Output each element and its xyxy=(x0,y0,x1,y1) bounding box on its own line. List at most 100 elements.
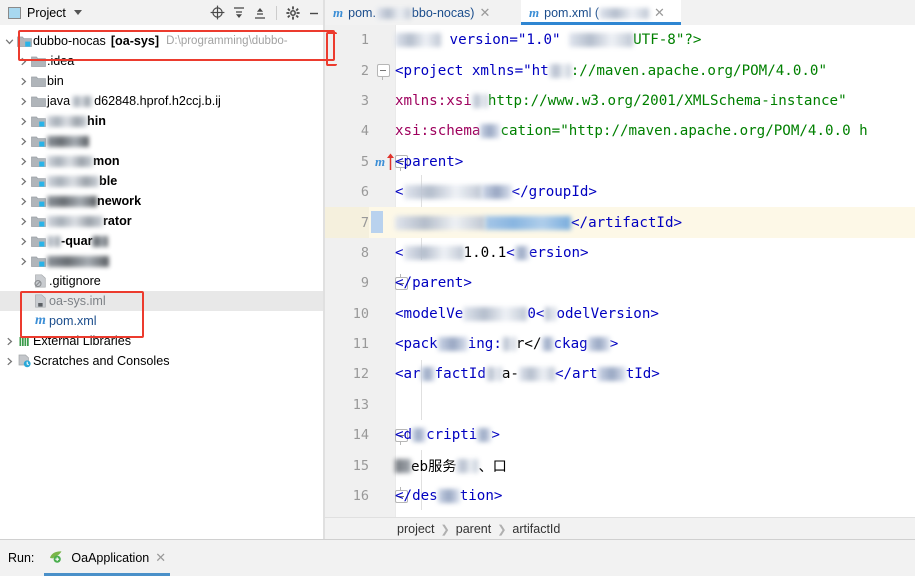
tree-row-module-redacted-2[interactable] xyxy=(0,251,325,271)
expand-arrow-right-icon[interactable] xyxy=(2,337,16,346)
redacted-blur xyxy=(47,155,93,167)
editor-tab-pom-2[interactable]: m pom.xml ( ✕ xyxy=(521,0,681,25)
breadcrumb-item-artifactid[interactable]: artifactId xyxy=(512,522,560,536)
tree-row-java-hprof[interactable]: java d62848.hprof.h2ccj.b.ij xyxy=(0,91,325,111)
tree-row-module-common[interactable]: mon xyxy=(0,151,325,171)
tree-row-module-able[interactable]: ble xyxy=(0,171,325,191)
close-icon[interactable]: ✕ xyxy=(654,6,665,19)
tree-item-label: bin xyxy=(47,74,64,88)
tree-row-module-admin[interactable]: hin xyxy=(0,111,325,131)
tree-row-idea[interactable]: .idea xyxy=(0,51,325,71)
expand-arrow-right-icon[interactable] xyxy=(16,237,30,246)
code-token: < xyxy=(395,184,404,201)
code-line[interactable]: 12 <ar factId a- </art tId> xyxy=(325,359,915,390)
expand-arrow-right-icon[interactable] xyxy=(16,157,30,166)
line-content: < </groupId> xyxy=(395,177,597,207)
code-editor[interactable]: 1 version="1.0" UTF-8"?> 2 <project xmln… xyxy=(325,25,915,518)
expand-all-icon[interactable] xyxy=(232,6,246,20)
code-token: r</ xyxy=(515,336,542,353)
code-line[interactable]: 6 < </groupId> xyxy=(325,176,915,208)
spring-boot-icon xyxy=(48,549,65,567)
tree-item-label-visible: rator xyxy=(103,214,132,228)
module-folder-icon xyxy=(30,235,47,248)
line-number: 15 xyxy=(325,450,369,481)
expand-arrow-right-icon[interactable] xyxy=(2,357,16,366)
expand-arrow-right-icon[interactable] xyxy=(16,197,30,206)
expand-arrow-right-icon[interactable] xyxy=(16,57,30,66)
tab-label-tail: bbo-nocas) xyxy=(411,5,475,20)
redacted-blur xyxy=(92,235,109,247)
code-line[interactable]: 4 xsi:schema cation="http://maven.apache.… xyxy=(325,116,915,147)
code-line[interactable]: 9 </parent> xyxy=(325,268,915,299)
tree-item-label: Scratches and Consoles xyxy=(33,354,170,368)
tree-row-module-quartz[interactable]: -quar xyxy=(0,231,325,251)
code-line[interactable]: 1 version="1.0" UTF-8"?> xyxy=(325,25,915,56)
code-line[interactable]: 14 <d cripti > xyxy=(325,420,915,451)
code-line[interactable]: 3 xmlns:xsi http://www.w3.org/2001/XMLSch… xyxy=(325,85,915,117)
tree-row-root[interactable]: dubbo-nocas [oa-sys] D:\programming\dubb… xyxy=(0,31,325,51)
code-token: xsi:schema xyxy=(395,123,481,140)
code-line[interactable]: 2 <project xmlns="ht://maven.apache.org/… xyxy=(325,55,915,86)
tree-row-module-framework[interactable]: nework xyxy=(0,191,325,211)
code-token: eb服务 xyxy=(411,458,457,475)
project-panel-title[interactable]: Project xyxy=(0,6,82,20)
line-content: <ar factId a- </art tId> xyxy=(395,359,660,389)
close-icon[interactable]: ✕ xyxy=(155,550,166,566)
breadcrumb-item-project[interactable]: project xyxy=(397,522,435,536)
tree-row-bin[interactable]: bin xyxy=(0,71,325,91)
expand-arrow-right-icon[interactable] xyxy=(16,97,30,106)
tree-row-oa-sys-iml[interactable]: oa-sys.iml xyxy=(0,291,325,311)
folder-icon xyxy=(30,95,47,108)
fold-marker[interactable] xyxy=(371,55,395,85)
editor-tab-pom-1[interactable]: m pom. bbo-nocas) ✕ xyxy=(325,0,521,25)
expand-arrow-right-icon[interactable] xyxy=(16,77,30,86)
tab-label-text: pom.xml ( xyxy=(544,5,599,20)
tree-item-label-visible: mon xyxy=(93,154,120,168)
tree-row-module-generator[interactable]: rator xyxy=(0,211,325,231)
line-number: 2 xyxy=(325,55,369,86)
breadcrumb-item-parent[interactable]: parent xyxy=(456,522,491,536)
tree-item-label: nework xyxy=(47,194,141,208)
tree-row-external-libraries[interactable]: External Libraries xyxy=(0,331,325,351)
code-token: 1.0.1 xyxy=(463,244,507,261)
expand-arrow-right-icon[interactable] xyxy=(16,137,30,146)
collapse-all-icon[interactable] xyxy=(253,6,267,20)
root-project-name: dubbo-nocas xyxy=(33,34,106,48)
line-number: 10 xyxy=(325,298,369,329)
expand-arrow-right-icon[interactable] xyxy=(16,177,30,186)
expand-arrow-right-icon[interactable] xyxy=(16,217,30,226)
tree-row-scratches[interactable]: Scratches and Consoles xyxy=(0,351,325,371)
code-line[interactable]: 10 <modelVe 0< odelVersion> xyxy=(325,298,915,329)
tree-row-module-redacted-1[interactable] xyxy=(0,131,325,151)
chevron-right-icon: ❯ xyxy=(440,523,450,536)
code-line[interactable]: 16 </des tion> xyxy=(325,480,915,512)
code-line[interactable]: 5 m <parent> xyxy=(325,146,915,177)
expand-arrow-right-icon[interactable] xyxy=(16,257,30,266)
line-content: </artifactId> xyxy=(395,207,682,237)
hide-panel-icon[interactable] xyxy=(307,6,321,20)
code-line[interactable]: 15 eb服务 、口 xyxy=(325,450,915,481)
iml-file-icon xyxy=(32,294,49,308)
tree-row-pom-xml[interactable]: m pom.xml xyxy=(0,311,325,331)
project-tool-window: Project dubbo-nocas [oa-sys] D:\programm… xyxy=(0,0,325,540)
settings-gear-icon[interactable] xyxy=(286,5,300,20)
code-line[interactable]: 8 <1.0.1 < ersion> xyxy=(325,237,915,269)
project-tree[interactable]: dubbo-nocas [oa-sys] D:\programming\dubb… xyxy=(0,25,325,540)
expand-arrow-right-icon[interactable] xyxy=(16,117,30,126)
code-line[interactable]: 11 <pack ing: r</ ckag > xyxy=(325,328,915,360)
code-token: tion> xyxy=(459,488,503,505)
line-content: eb服务 、口 xyxy=(395,450,507,480)
tree-row-gitignore[interactable]: .gitignore xyxy=(0,271,325,291)
run-configuration-tab[interactable]: OaApplication ✕ xyxy=(44,540,170,576)
chevron-down-icon[interactable] xyxy=(73,10,82,15)
code-token: <ar xyxy=(395,366,421,383)
tree-item-label xyxy=(47,255,109,267)
run-tool-window: Run: OaApplication ✕ xyxy=(0,539,915,576)
code-line-current[interactable]: 7 </artifactId> xyxy=(325,207,915,238)
expand-arrow-down-icon[interactable] xyxy=(2,37,16,46)
tree-item-label-visible: hin xyxy=(87,114,106,128)
code-line[interactable]: 13 xyxy=(325,389,915,421)
locate-icon[interactable] xyxy=(210,5,225,20)
close-icon[interactable]: ✕ xyxy=(479,6,490,19)
tree-item-label: rator xyxy=(47,214,132,228)
